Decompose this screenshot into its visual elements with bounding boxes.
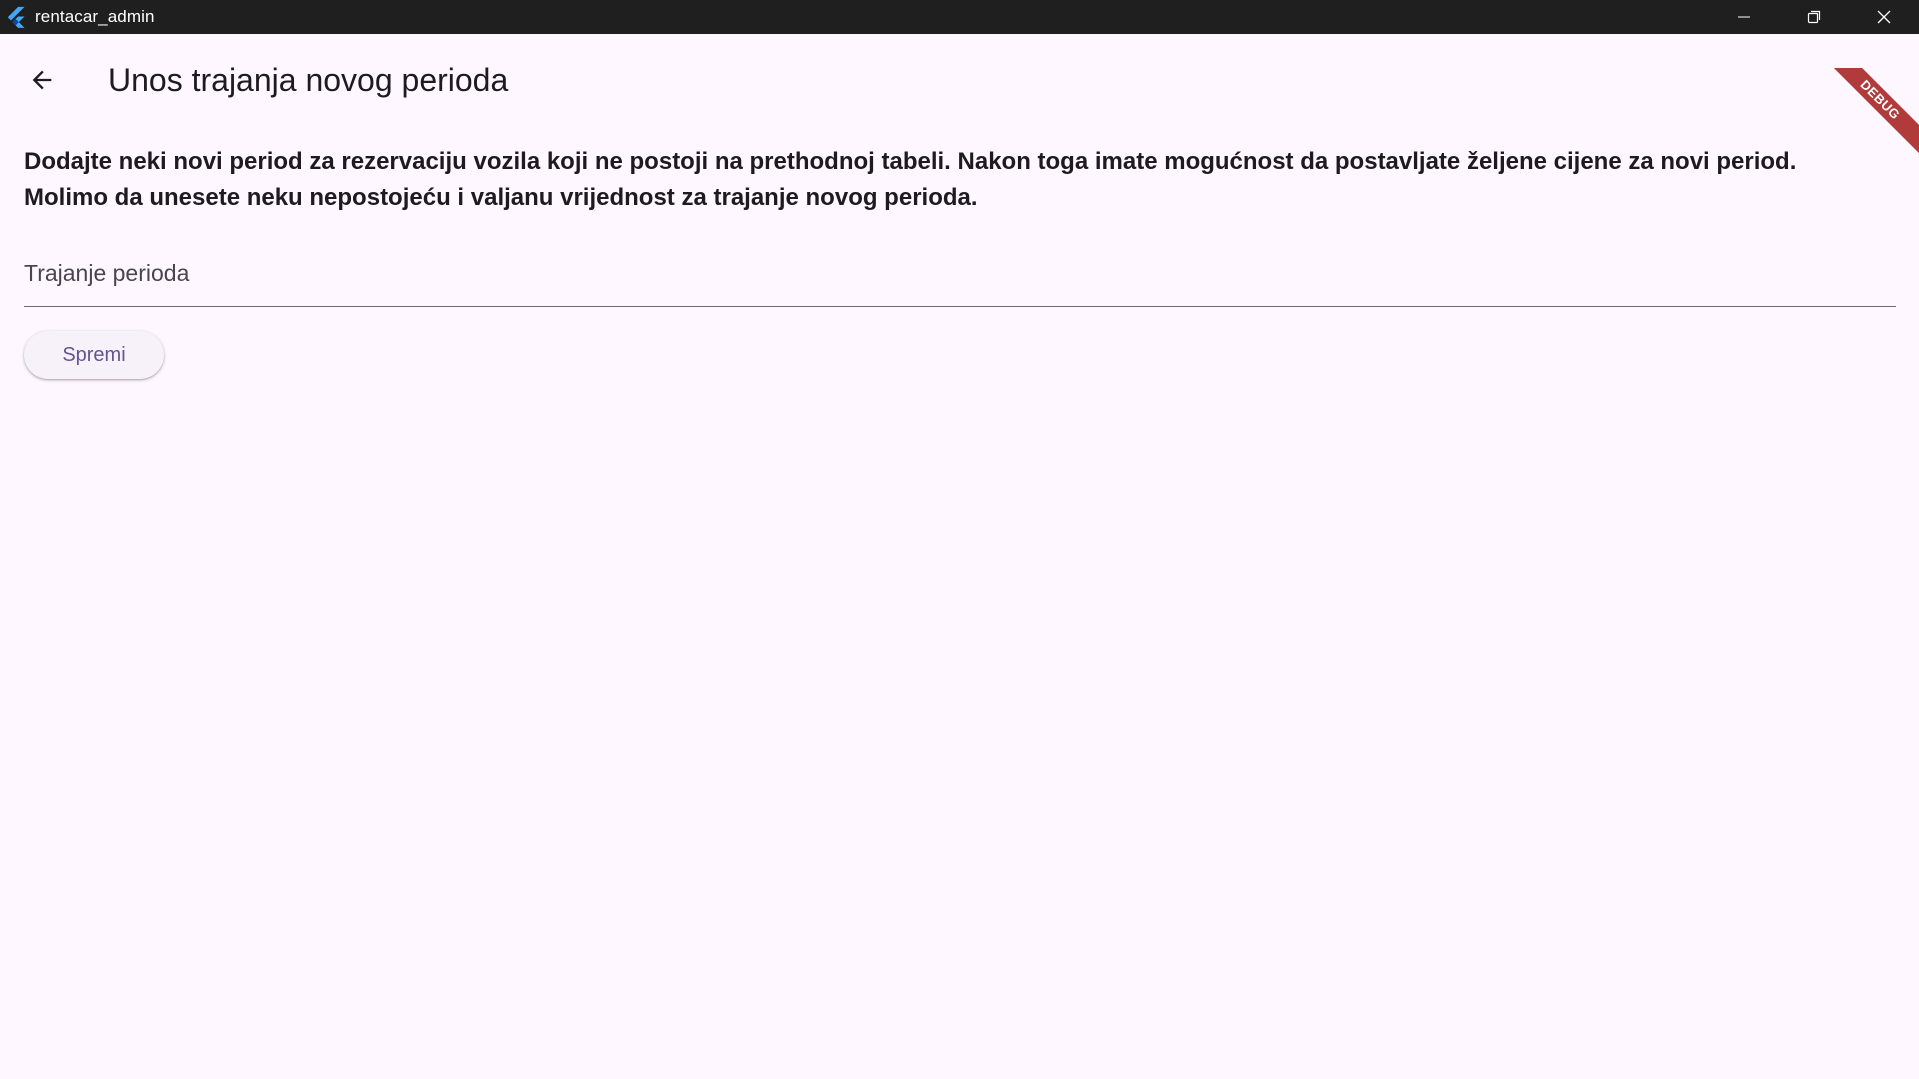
back-button[interactable] [18,56,66,104]
page-title: Unos trajanja novog perioda [108,62,509,98]
description-line-1: Dodajte neki novi period za rezervaciju … [24,148,1797,175]
close-button[interactable] [1849,0,1919,34]
description-line-2: Molimo da unesete neku nepostojeću i val… [24,184,978,211]
arrow-left-icon [32,70,52,90]
restore-button[interactable] [1779,0,1849,34]
flutter-logo-icon [7,6,25,28]
period-duration-input[interactable] [24,249,1896,306]
window-title: rentacar_admin [35,7,155,26]
restore-icon [1807,10,1821,24]
minimize-button[interactable] [1709,0,1779,34]
save-button[interactable]: Spremi [24,331,164,379]
app-body: Unos trajanja novog perioda Dodajte neki… [0,34,1919,1079]
period-duration-field [24,249,1896,307]
window-titlebar: rentacar_admin [0,0,1919,34]
description-text: Dodajte neki novi period za rezervaciju … [24,144,1904,216]
minimize-icon [1738,16,1750,18]
close-icon [1877,10,1891,24]
